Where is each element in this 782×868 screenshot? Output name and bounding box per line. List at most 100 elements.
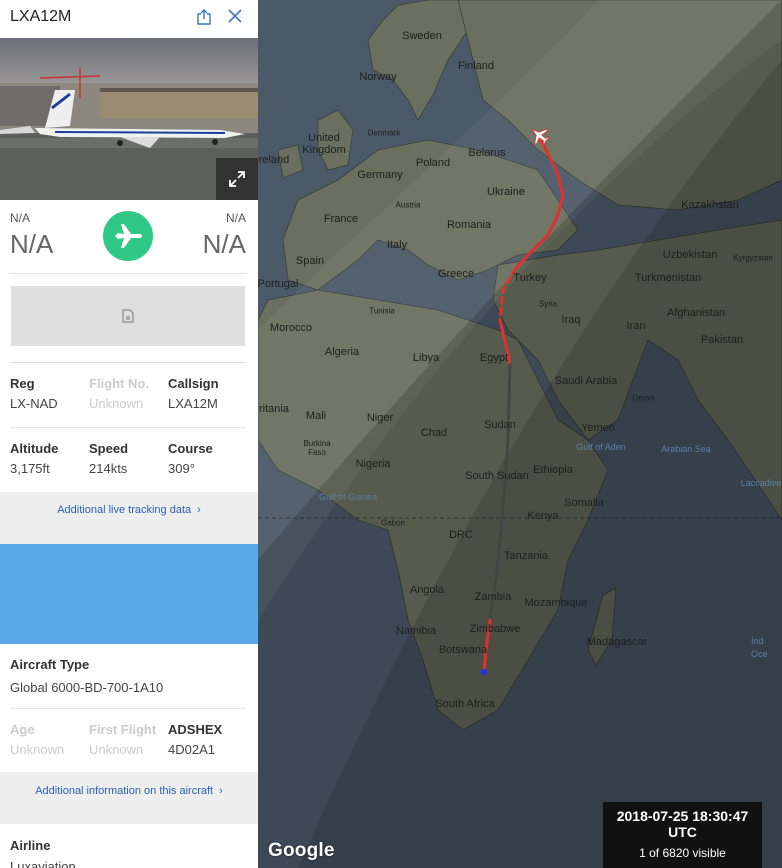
map-label-uk: United Kingdom <box>302 132 346 156</box>
map-label-gulf-aden: Gulf of Aden <box>576 442 626 452</box>
map-label-arabian-sea: Arabian Sea <box>661 444 711 454</box>
callsign-field: Callsign LXA12M <box>168 376 219 411</box>
plane-icon <box>115 224 142 248</box>
map-label-chad: Chad <box>420 427 448 439</box>
map-label-south-africa: South Africa <box>435 698 495 710</box>
reg-value: LX-NAD <box>10 396 58 411</box>
speed-value: 214kts <box>89 461 128 476</box>
map-label-burkina: Burkina Faso <box>303 439 331 457</box>
course-field: Course 309° <box>168 441 213 476</box>
first-flight-value: Unknown <box>89 742 144 757</box>
map-label-kyrgyzstan: Kyrgyzstan <box>733 253 773 263</box>
airline-value: Luxaviation <box>10 859 76 868</box>
adshex-field: ADSHEX 4D02A1 <box>168 722 222 757</box>
age-field: Age Unknown <box>10 722 64 757</box>
aircraft-info-link[interactable]: Additional information on this aircraft › <box>0 785 258 797</box>
altitude-value: 3,175ft <box>10 461 50 476</box>
map-label-indian-ocean: Ind Oce <box>751 636 768 659</box>
map-label-sweden: Sweden <box>402 30 442 42</box>
playback-timestamp-box: 2018-07-25 18:30:47 UTC 1 of 6820 visibl… <box>603 802 762 868</box>
map-label-sudan: Sudan <box>484 419 516 431</box>
course-value: 309° <box>168 461 195 476</box>
origin-code: N/A <box>10 211 31 225</box>
aircraft-info-link-label: Additional information on this aircraft <box>35 785 214 797</box>
map-label-niger: Niger <box>366 412 394 424</box>
map-label-syria: Syria <box>538 299 558 309</box>
flight-info-panel: LXA12M N/A N/A N/A N/A Reg LX-NAD Flight… <box>0 0 258 868</box>
map-label-uzbekistan: Uzbekistan <box>662 249 718 261</box>
aircraft-info-band <box>0 772 258 824</box>
callsign-value: LXA12M <box>168 396 218 411</box>
map-label-drc: DRC <box>449 529 473 541</box>
map-label-south-sudan: South Sudan <box>465 470 529 482</box>
expand-photo-button[interactable] <box>216 158 258 200</box>
live-tracking-link[interactable]: Additional live tracking data › <box>0 504 258 516</box>
map-label-botswana: Botswana <box>438 644 488 656</box>
map-label-madagascar: Madagascar <box>586 636 648 648</box>
speed-label: Speed <box>89 441 129 456</box>
map-label-gabon: Gabon <box>380 518 406 528</box>
flight-progress-placeholder <box>11 286 245 346</box>
adshex-label: ADSHEX <box>168 722 223 737</box>
map-label-denmark: Denmark <box>367 128 401 138</box>
altitude-field: Altitude 3,175ft <box>10 441 58 476</box>
aircraft-type-field: Aircraft Type Global 6000-BD-700-1A10 <box>10 657 163 695</box>
close-icon[interactable] <box>226 7 244 25</box>
map-label-poland: Poland <box>415 157 451 169</box>
callsign-label: Callsign <box>168 376 219 391</box>
chevron-right-icon: › <box>219 785 223 797</box>
map-label-somalia: Somalia <box>564 497 604 509</box>
expand-icon <box>229 171 245 187</box>
first-flight-label: First Flight <box>89 722 157 737</box>
map-label-greece: Greece <box>437 268 475 280</box>
aircraft-photo[interactable] <box>0 38 258 200</box>
map-label-germany: Germany <box>357 169 403 181</box>
flight-map[interactable]: Sweden Finland Norway Denmark United Kin… <box>258 0 782 868</box>
map-label-mauritania: ritania <box>259 403 289 415</box>
map-label-iran: Iran <box>626 320 646 332</box>
map-label-morocco: Morocco <box>269 322 313 334</box>
map-label-italy: Italy <box>386 239 408 251</box>
route-summary: N/A N/A N/A N/A <box>0 200 258 270</box>
origin-time: N/A <box>10 229 54 259</box>
course-label: Course <box>168 441 213 456</box>
map-label-romania: Romania <box>446 219 492 231</box>
map-label-kenya: Kenya <box>527 510 559 522</box>
destination-code: N/A <box>225 211 246 225</box>
chevron-right-icon: › <box>197 504 201 516</box>
map-label-norway: Norway <box>359 71 397 83</box>
map-label-austria: Austria <box>395 200 421 210</box>
playback-timestamp: 2018-07-25 18:30:47 UTC <box>616 808 749 840</box>
map-label-mozambique: Mozambique <box>524 597 588 609</box>
map-label-namibia: Namibia <box>395 625 437 637</box>
reg-field: Reg LX-NAD <box>10 376 58 411</box>
map-label-turkey: Turkey <box>513 272 547 284</box>
panel-header: LXA12M <box>0 0 258 38</box>
map-label-yemen: Yemen <box>581 422 615 434</box>
visible-count: 1 of 6820 visible <box>639 846 726 860</box>
ad-banner[interactable] <box>0 544 258 644</box>
map-canvas[interactable] <box>258 0 782 868</box>
airline-label: Airline <box>10 838 51 853</box>
map-label-angola: Angola <box>409 584 445 596</box>
reg-label: Reg <box>10 376 35 391</box>
aircraft-type-value: Global 6000-BD-700-1A10 <box>10 680 164 695</box>
map-label-laccadive: Laccadive <box>740 478 782 488</box>
altitude-label: Altitude <box>10 441 59 456</box>
speed-field: Speed 214kts <box>89 441 128 476</box>
divider <box>10 427 246 428</box>
map-label-gulf-guinea: Gulf of Guinea <box>318 492 378 502</box>
map-label-kazakhstan: Kazakhstan <box>681 199 739 211</box>
share-icon[interactable] <box>196 8 212 26</box>
map-label-algeria: Algeria <box>324 346 360 358</box>
age-value: Unknown <box>10 742 65 757</box>
origin-marker <box>481 669 487 675</box>
map-label-finland: Finland <box>457 60 495 72</box>
map-label-zimbabwe: Zimbabwe <box>469 623 521 635</box>
live-tracking-link-label: Additional live tracking data <box>57 504 192 516</box>
adshex-value: 4D02A1 <box>168 742 215 757</box>
age-label: Age <box>10 722 35 737</box>
google-logo: Google <box>268 840 335 861</box>
aircraft-type-label: Aircraft Type <box>10 657 90 672</box>
map-label-ethiopia: Ethiopia <box>533 464 573 476</box>
